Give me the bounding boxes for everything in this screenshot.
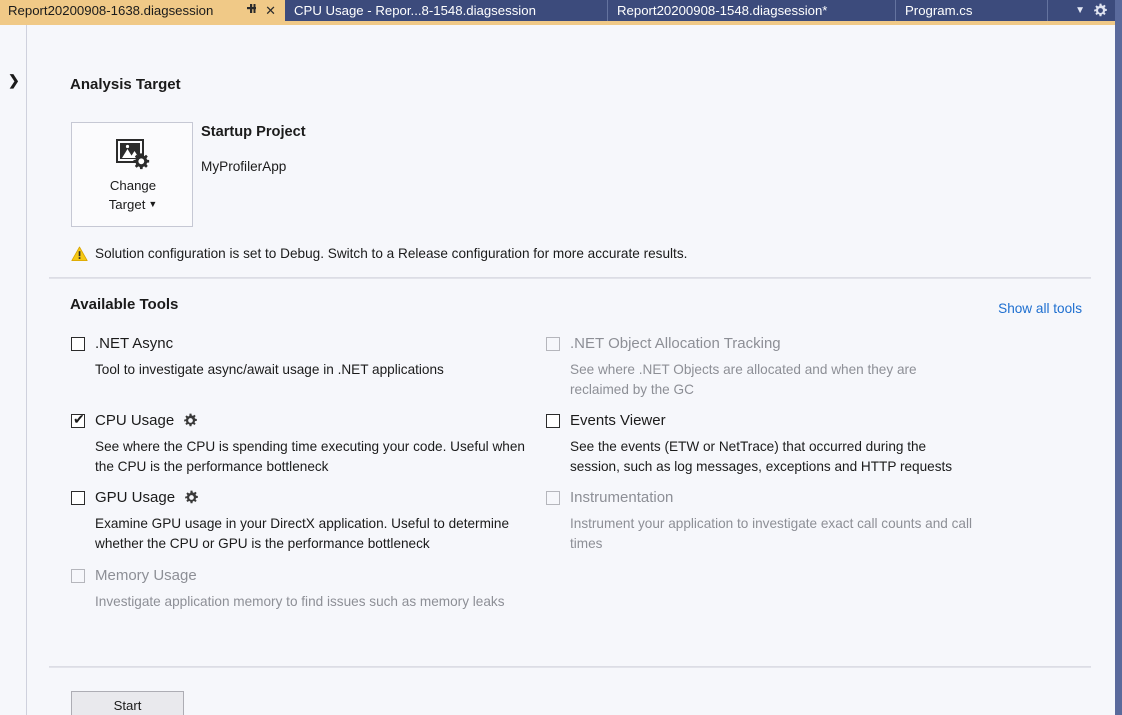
pin-icon[interactable] [246, 0, 257, 21]
gear-glyph [183, 413, 198, 428]
application-target-glyph [116, 139, 151, 172]
tool-name: Events Viewer [570, 411, 666, 430]
tool-checkbox[interactable]: ✔ [71, 491, 85, 505]
document-tab-0[interactable]: Report20200908-1638.diagsession ✕ [0, 0, 285, 21]
left-rail: ❯ [0, 25, 27, 715]
chevron-down-icon[interactable]: ▼ [148, 199, 157, 209]
tool-description: Tool to investigate async/await usage in… [95, 360, 444, 380]
tool-description: Instrument your application to investiga… [570, 514, 976, 554]
tool-settings-gear-icon[interactable] [183, 413, 198, 433]
section-divider-bottom [49, 666, 1091, 668]
warning-triangle-icon [71, 246, 88, 267]
gear-glyph [1093, 3, 1108, 18]
start-button[interactable]: Start [71, 691, 184, 715]
tool-description: Investigate application memory to find i… [95, 592, 505, 612]
show-all-tools-link[interactable]: Show all tools [27, 301, 1082, 316]
tool-checkbox[interactable]: ✔ [546, 414, 560, 428]
tool-description: Examine GPU usage in your DirectX applic… [95, 514, 541, 554]
tool-name: CPU Usage [95, 411, 174, 430]
document-tab-label: Report20200908-1638.diagsession [8, 3, 213, 18]
close-icon[interactable]: ✕ [265, 0, 276, 21]
section-divider-top [49, 277, 1091, 279]
tool-checkbox[interactable]: ✔ [546, 337, 560, 351]
document-tab-3[interactable]: Program.cs [897, 0, 1048, 21]
tool-checkbox[interactable]: ✔ [71, 569, 85, 583]
document-tab-label: CPU Usage - Repor...8-1548.diagsession [294, 3, 536, 18]
change-target-label-line2: Target▼ [72, 197, 194, 212]
pin-glyph [246, 3, 257, 14]
configuration-warning-text: Solution configuration is set to Debug. … [95, 245, 687, 263]
warning-glyph [71, 246, 88, 262]
tool-description: See where .NET Objects are allocated and… [570, 360, 946, 400]
expand-panel-chevron-icon[interactable]: ❯ [8, 73, 20, 87]
document-tab-1[interactable]: CPU Usage - Repor...8-1548.diagsession [286, 0, 608, 21]
tool-name: .NET Async [95, 334, 173, 353]
document-tab-label: Report20200908-1548.diagsession* [617, 3, 827, 18]
startup-project-value: MyProfilerApp [201, 159, 286, 174]
document-tab-label: Program.cs [905, 3, 972, 18]
tool-name: .NET Object Allocation Tracking [570, 334, 781, 353]
tool-checkbox[interactable]: ✔ [546, 491, 560, 505]
tool-checkbox[interactable]: ✔ [71, 337, 85, 351]
diagnostics-hub-window: Report20200908-1638.diagsession ✕ CPU Us… [0, 0, 1122, 715]
gear-icon[interactable] [1093, 3, 1108, 23]
tool-name: Instrumentation [570, 488, 673, 507]
gear-glyph [184, 490, 199, 505]
tool-description: See where the CPU is spending time execu… [95, 437, 526, 477]
change-target-label-text: Target [109, 197, 146, 212]
change-target-button[interactable]: Change Target▼ [71, 122, 193, 227]
tool-name: Memory Usage [95, 566, 197, 585]
startup-project-label: Startup Project [201, 124, 306, 140]
checkmark-icon: ✔ [73, 412, 85, 426]
diagnostics-content: Analysis Target Change Target▼ Startu [27, 25, 1115, 715]
tool-settings-gear-icon[interactable] [184, 490, 199, 510]
tool-checkbox[interactable]: ✔ [71, 414, 85, 428]
tool-description: See the events (ETW or NetTrace) that oc… [570, 437, 971, 477]
document-tab-2[interactable]: Report20200908-1548.diagsession* [609, 0, 896, 21]
chevron-down-icon[interactable]: ▼ [1075, 0, 1085, 21]
analysis-target-heading: Analysis Target [70, 76, 181, 93]
tool-name: GPU Usage [95, 488, 175, 507]
application-target-icon [116, 139, 151, 177]
change-target-label-line1: Change [72, 178, 194, 193]
document-tab-bar: Report20200908-1638.diagsession ✕ CPU Us… [0, 0, 1115, 21]
